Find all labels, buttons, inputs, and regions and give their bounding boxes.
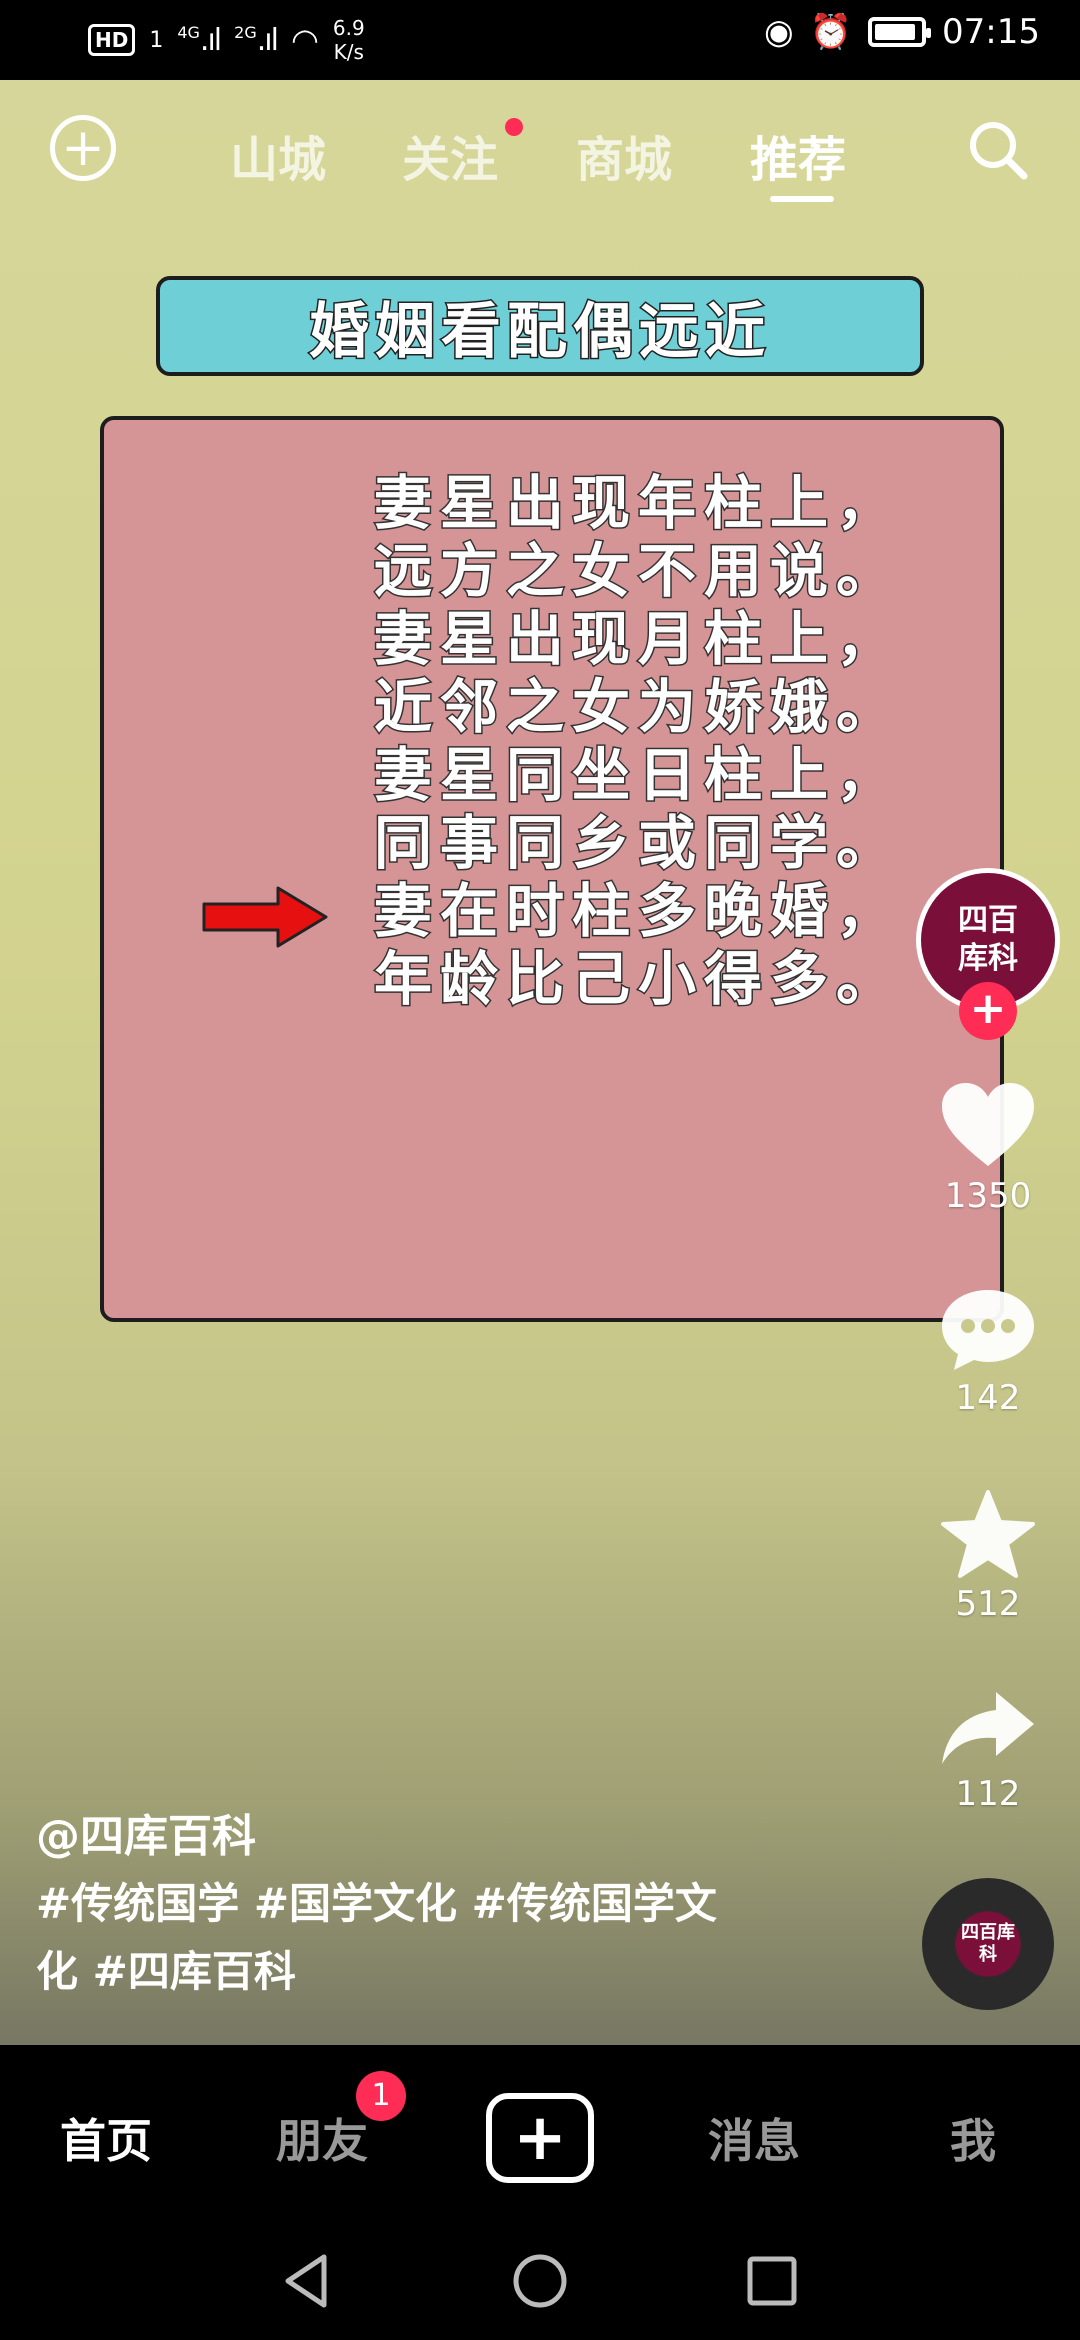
music-label: 四百库科 — [961, 1922, 1015, 1965]
follow-button[interactable]: + — [959, 982, 1017, 1040]
following-dot — [505, 118, 523, 136]
favorite-button[interactable]: 512 — [920, 1488, 1056, 1624]
video-player[interactable]: + 山城 关注 商城 推荐 婚姻看配偶远近 妻星出现年柱上， 远方之女不用说。 … — [0, 80, 1080, 2045]
share-button[interactable]: 112 — [920, 1688, 1056, 1814]
comment-icon — [942, 1290, 1034, 1370]
active-tab-indicator — [770, 196, 834, 202]
add-icon[interactable]: + — [50, 115, 116, 181]
tab-recommend[interactable]: 推荐 — [750, 120, 846, 190]
share-icon — [942, 1692, 1034, 1764]
create-button[interactable]: + — [486, 2093, 594, 2183]
red-arrow-icon — [202, 886, 328, 948]
avatar-text: 四百 — [958, 903, 1018, 938]
poem-card: 妻星出现年柱上， 远方之女不用说。 妻星出现月柱上， 近邻之女为娇娥。 妻星同坐… — [100, 416, 1004, 1322]
search-icon[interactable] — [966, 118, 1030, 182]
top-nav: + 山城 关注 商城 推荐 — [0, 80, 1080, 220]
star-icon — [941, 1490, 1035, 1578]
network-rate: 6.9 K/s — [332, 16, 365, 64]
nav-friends[interactable]: 朋友 — [276, 2105, 368, 2171]
signal-2g-icon: 2G.ıl — [234, 22, 279, 58]
eye-icon: ◉ — [764, 12, 794, 52]
tab-shancheng[interactable]: 山城 — [230, 120, 326, 190]
author-avatar[interactable]: 四百 库科 + — [916, 868, 1060, 1040]
like-count: 1350 — [944, 1176, 1032, 1216]
nav-me[interactable]: 我 — [950, 2105, 996, 2171]
like-button[interactable]: 1350 — [920, 1080, 1056, 1216]
caption-tags-line[interactable]: #传统国学 #国学文化 #传统国学文 — [36, 1870, 756, 1938]
battery-fill — [875, 24, 916, 40]
home-icon[interactable] — [510, 2251, 570, 2311]
comment-count: 142 — [955, 1378, 1021, 1418]
poem-line: 年龄比己小得多。 — [372, 944, 903, 1015]
alarm-icon: ⏰ — [809, 12, 853, 52]
wifi-icon: ◠ — [290, 21, 319, 59]
nav-home[interactable]: 首页 — [60, 2105, 152, 2171]
hd-indicator: HD — [88, 24, 136, 56]
author-name[interactable]: @四库百科 — [36, 1800, 256, 1864]
recents-icon[interactable] — [742, 2251, 802, 2311]
back-icon[interactable] — [278, 2251, 338, 2311]
favorite-count: 512 — [955, 1584, 1021, 1624]
tab-mall[interactable]: 商城 — [576, 120, 672, 190]
battery-icon — [868, 17, 932, 47]
music-disc-icon[interactable]: 四百库科 — [922, 1878, 1054, 2010]
nav-messages[interactable]: 消息 — [708, 2105, 800, 2171]
system-nav — [0, 2225, 1080, 2340]
tab-following[interactable]: 关注 — [402, 120, 498, 190]
bottom-nav: 首页 朋友 1 + 消息 我 — [0, 2045, 1080, 2225]
video-title: 婚姻看配偶远近 — [308, 295, 771, 368]
avatar-text: 库科 — [958, 941, 1018, 976]
signal-4g-icon: 4G.ıl — [177, 22, 222, 58]
share-count: 112 — [955, 1774, 1021, 1814]
video-title-banner: 婚姻看配偶远近 — [156, 276, 924, 376]
caption-tags-line[interactable]: 化 #四库百科 — [36, 1938, 756, 2006]
comment-button[interactable]: 142 — [920, 1286, 1056, 1418]
clock: 07:15 — [942, 12, 1040, 52]
caption-tags: #传统国学 #国学文化 #传统国学文 化 #四库百科 — [36, 1870, 756, 2006]
status-bar: HD 1 4G.ıl 2G.ıl ◠ 6.9 K/s ◉ ⏰ 07:15 — [0, 0, 1080, 80]
heart-icon — [942, 1083, 1034, 1166]
sim-indicator: 1 — [149, 27, 164, 53]
friends-badge: 1 — [356, 2071, 406, 2121]
